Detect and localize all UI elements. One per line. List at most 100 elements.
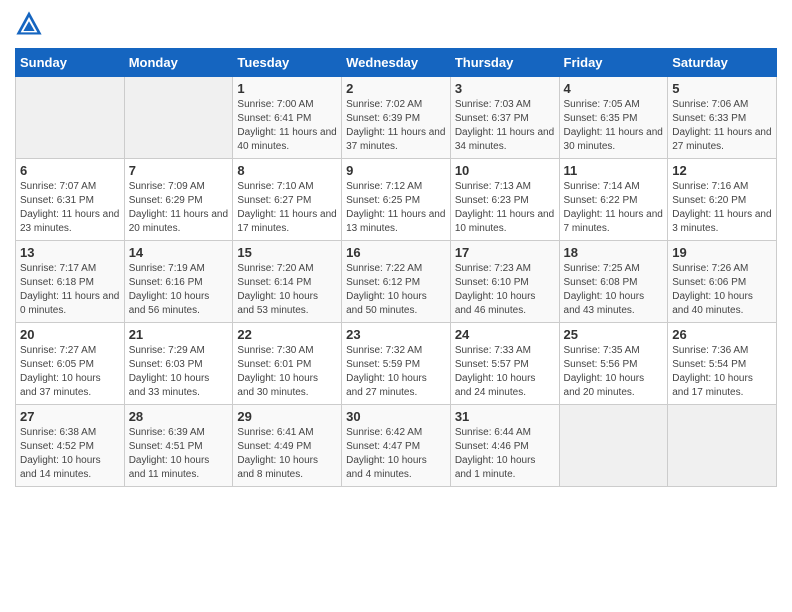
day-info: Sunrise: 6:42 AM Sunset: 4:47 PM Dayligh… [346, 426, 446, 482]
day-info: Sunrise: 7:02 AM Sunset: 6:39 PM Dayligh… [346, 98, 446, 154]
calendar-cell: 28 Sunrise: 6:39 AM Sunset: 4:51 PM Dayli… [124, 405, 233, 487]
day-info: Sunrise: 7:09 AM Sunset: 6:29 PM Dayligh… [129, 180, 229, 236]
day-header-friday: Friday [559, 49, 668, 77]
day-number: 12 [672, 163, 772, 178]
day-info: Sunrise: 7:05 AM Sunset: 6:35 PM Dayligh… [564, 98, 664, 154]
day-info: Sunrise: 7:36 AM Sunset: 5:54 PM Dayligh… [672, 344, 772, 400]
page-container: SundayMondayTuesdayWednesdayThursdayFrid… [0, 0, 792, 502]
day-info: Sunrise: 7:16 AM Sunset: 6:20 PM Dayligh… [672, 180, 772, 236]
calendar-cell: 11 Sunrise: 7:14 AM Sunset: 6:22 PM Dayli… [559, 159, 668, 241]
calendar-week-row: 6Sunrise: 7:07 AM Sunset: 6:31 PM Daylig… [16, 159, 777, 241]
day-number: 17 [455, 245, 555, 260]
day-number: 22 [237, 327, 337, 342]
calendar-cell: 6Sunrise: 7:07 AM Sunset: 6:31 PM Daylig… [16, 159, 125, 241]
calendar-table: SundayMondayTuesdayWednesdayThursdayFrid… [15, 48, 777, 487]
calendar-header-row: SundayMondayTuesdayWednesdayThursdayFrid… [16, 49, 777, 77]
day-info: Sunrise: 6:39 AM Sunset: 4:51 PM Dayligh… [129, 426, 229, 482]
calendar-week-row: 1 Sunrise: 7:00 AM Sunset: 6:41 PM Daylig… [16, 77, 777, 159]
calendar-cell: 4 Sunrise: 7:05 AM Sunset: 6:35 PM Daylig… [559, 77, 668, 159]
day-info: Sunrise: 7:03 AM Sunset: 6:37 PM Dayligh… [455, 98, 555, 154]
day-number: 30 [346, 409, 446, 424]
day-number: 26 [672, 327, 772, 342]
day-header-tuesday: Tuesday [233, 49, 342, 77]
calendar-week-row: 13Sunrise: 7:17 AM Sunset: 6:18 PM Dayli… [16, 241, 777, 323]
day-number: 8 [237, 163, 337, 178]
calendar-cell: 25Sunrise: 7:35 AM Sunset: 5:56 PM Dayli… [559, 323, 668, 405]
day-number: 18 [564, 245, 664, 260]
day-number: 9 [346, 163, 446, 178]
day-number: 27 [20, 409, 120, 424]
day-number: 1 [237, 81, 337, 96]
day-info: Sunrise: 7:13 AM Sunset: 6:23 PM Dayligh… [455, 180, 555, 236]
day-number: 10 [455, 163, 555, 178]
day-header-wednesday: Wednesday [342, 49, 451, 77]
calendar-cell: 20 Sunrise: 7:27 AM Sunset: 6:05 PM Dayli… [16, 323, 125, 405]
calendar-cell: 2 Sunrise: 7:02 AM Sunset: 6:39 PM Daylig… [342, 77, 451, 159]
calendar-cell: 16 Sunrise: 7:22 AM Sunset: 6:12 PM Dayli… [342, 241, 451, 323]
day-info: Sunrise: 7:06 AM Sunset: 6:33 PM Dayligh… [672, 98, 772, 154]
calendar-cell: 26 Sunrise: 7:36 AM Sunset: 5:54 PM Dayli… [668, 323, 777, 405]
calendar-cell [559, 405, 668, 487]
calendar-cell: 24 Sunrise: 7:33 AM Sunset: 5:57 PM Dayli… [450, 323, 559, 405]
day-info: Sunrise: 7:12 AM Sunset: 6:25 PM Dayligh… [346, 180, 446, 236]
calendar-cell: 3 Sunrise: 7:03 AM Sunset: 6:37 PM Daylig… [450, 77, 559, 159]
calendar-cell: 8 Sunrise: 7:10 AM Sunset: 6:27 PM Daylig… [233, 159, 342, 241]
calendar-cell [124, 77, 233, 159]
day-number: 28 [129, 409, 229, 424]
calendar-cell: 27Sunrise: 6:38 AM Sunset: 4:52 PM Dayli… [16, 405, 125, 487]
calendar-cell: 31 Sunrise: 6:44 AM Sunset: 4:46 PM Dayli… [450, 405, 559, 487]
calendar-cell: 1 Sunrise: 7:00 AM Sunset: 6:41 PM Daylig… [233, 77, 342, 159]
calendar-cell: 19 Sunrise: 7:26 AM Sunset: 6:06 PM Dayli… [668, 241, 777, 323]
calendar-cell [668, 405, 777, 487]
header [15, 10, 777, 38]
day-number: 2 [346, 81, 446, 96]
day-info: Sunrise: 7:23 AM Sunset: 6:10 PM Dayligh… [455, 262, 555, 318]
day-number: 19 [672, 245, 772, 260]
day-number: 3 [455, 81, 555, 96]
calendar-cell: 12 Sunrise: 7:16 AM Sunset: 6:20 PM Dayli… [668, 159, 777, 241]
calendar-cell: 14 Sunrise: 7:19 AM Sunset: 6:16 PM Dayli… [124, 241, 233, 323]
day-number: 4 [564, 81, 664, 96]
day-number: 20 [20, 327, 120, 342]
day-header-saturday: Saturday [668, 49, 777, 77]
calendar-cell: 23Sunrise: 7:32 AM Sunset: 5:59 PM Dayli… [342, 323, 451, 405]
calendar-week-row: 27Sunrise: 6:38 AM Sunset: 4:52 PM Dayli… [16, 405, 777, 487]
day-header-thursday: Thursday [450, 49, 559, 77]
calendar-cell: 10 Sunrise: 7:13 AM Sunset: 6:23 PM Dayli… [450, 159, 559, 241]
day-info: Sunrise: 7:14 AM Sunset: 6:22 PM Dayligh… [564, 180, 664, 236]
logo-icon [15, 10, 43, 38]
day-number: 24 [455, 327, 555, 342]
day-info: Sunrise: 6:44 AM Sunset: 4:46 PM Dayligh… [455, 426, 555, 482]
day-info: Sunrise: 7:00 AM Sunset: 6:41 PM Dayligh… [237, 98, 337, 154]
logo [15, 10, 47, 38]
day-number: 14 [129, 245, 229, 260]
day-number: 31 [455, 409, 555, 424]
day-number: 6 [20, 163, 120, 178]
day-number: 23 [346, 327, 446, 342]
calendar-cell: 5Sunrise: 7:06 AM Sunset: 6:33 PM Daylig… [668, 77, 777, 159]
day-info: Sunrise: 7:10 AM Sunset: 6:27 PM Dayligh… [237, 180, 337, 236]
day-number: 21 [129, 327, 229, 342]
day-number: 7 [129, 163, 229, 178]
day-info: Sunrise: 7:25 AM Sunset: 6:08 PM Dayligh… [564, 262, 664, 318]
calendar-week-row: 20 Sunrise: 7:27 AM Sunset: 6:05 PM Dayli… [16, 323, 777, 405]
day-info: Sunrise: 7:33 AM Sunset: 5:57 PM Dayligh… [455, 344, 555, 400]
calendar-cell: 15 Sunrise: 7:20 AM Sunset: 6:14 PM Dayli… [233, 241, 342, 323]
day-info: Sunrise: 7:22 AM Sunset: 6:12 PM Dayligh… [346, 262, 446, 318]
calendar-cell: 18 Sunrise: 7:25 AM Sunset: 6:08 PM Dayli… [559, 241, 668, 323]
calendar-cell: 22Sunrise: 7:30 AM Sunset: 6:01 PM Dayli… [233, 323, 342, 405]
day-info: Sunrise: 7:27 AM Sunset: 6:05 PM Dayligh… [20, 344, 120, 400]
day-info: Sunrise: 7:20 AM Sunset: 6:14 PM Dayligh… [237, 262, 337, 318]
day-info: Sunrise: 7:19 AM Sunset: 6:16 PM Dayligh… [129, 262, 229, 318]
day-info: Sunrise: 7:29 AM Sunset: 6:03 PM Dayligh… [129, 344, 229, 400]
day-header-sunday: Sunday [16, 49, 125, 77]
day-info: Sunrise: 6:41 AM Sunset: 4:49 PM Dayligh… [237, 426, 337, 482]
day-number: 16 [346, 245, 446, 260]
calendar-cell: 7 Sunrise: 7:09 AM Sunset: 6:29 PM Daylig… [124, 159, 233, 241]
calendar-cell: 13Sunrise: 7:17 AM Sunset: 6:18 PM Dayli… [16, 241, 125, 323]
day-header-monday: Monday [124, 49, 233, 77]
day-number: 29 [237, 409, 337, 424]
day-number: 11 [564, 163, 664, 178]
day-number: 15 [237, 245, 337, 260]
day-info: Sunrise: 7:26 AM Sunset: 6:06 PM Dayligh… [672, 262, 772, 318]
